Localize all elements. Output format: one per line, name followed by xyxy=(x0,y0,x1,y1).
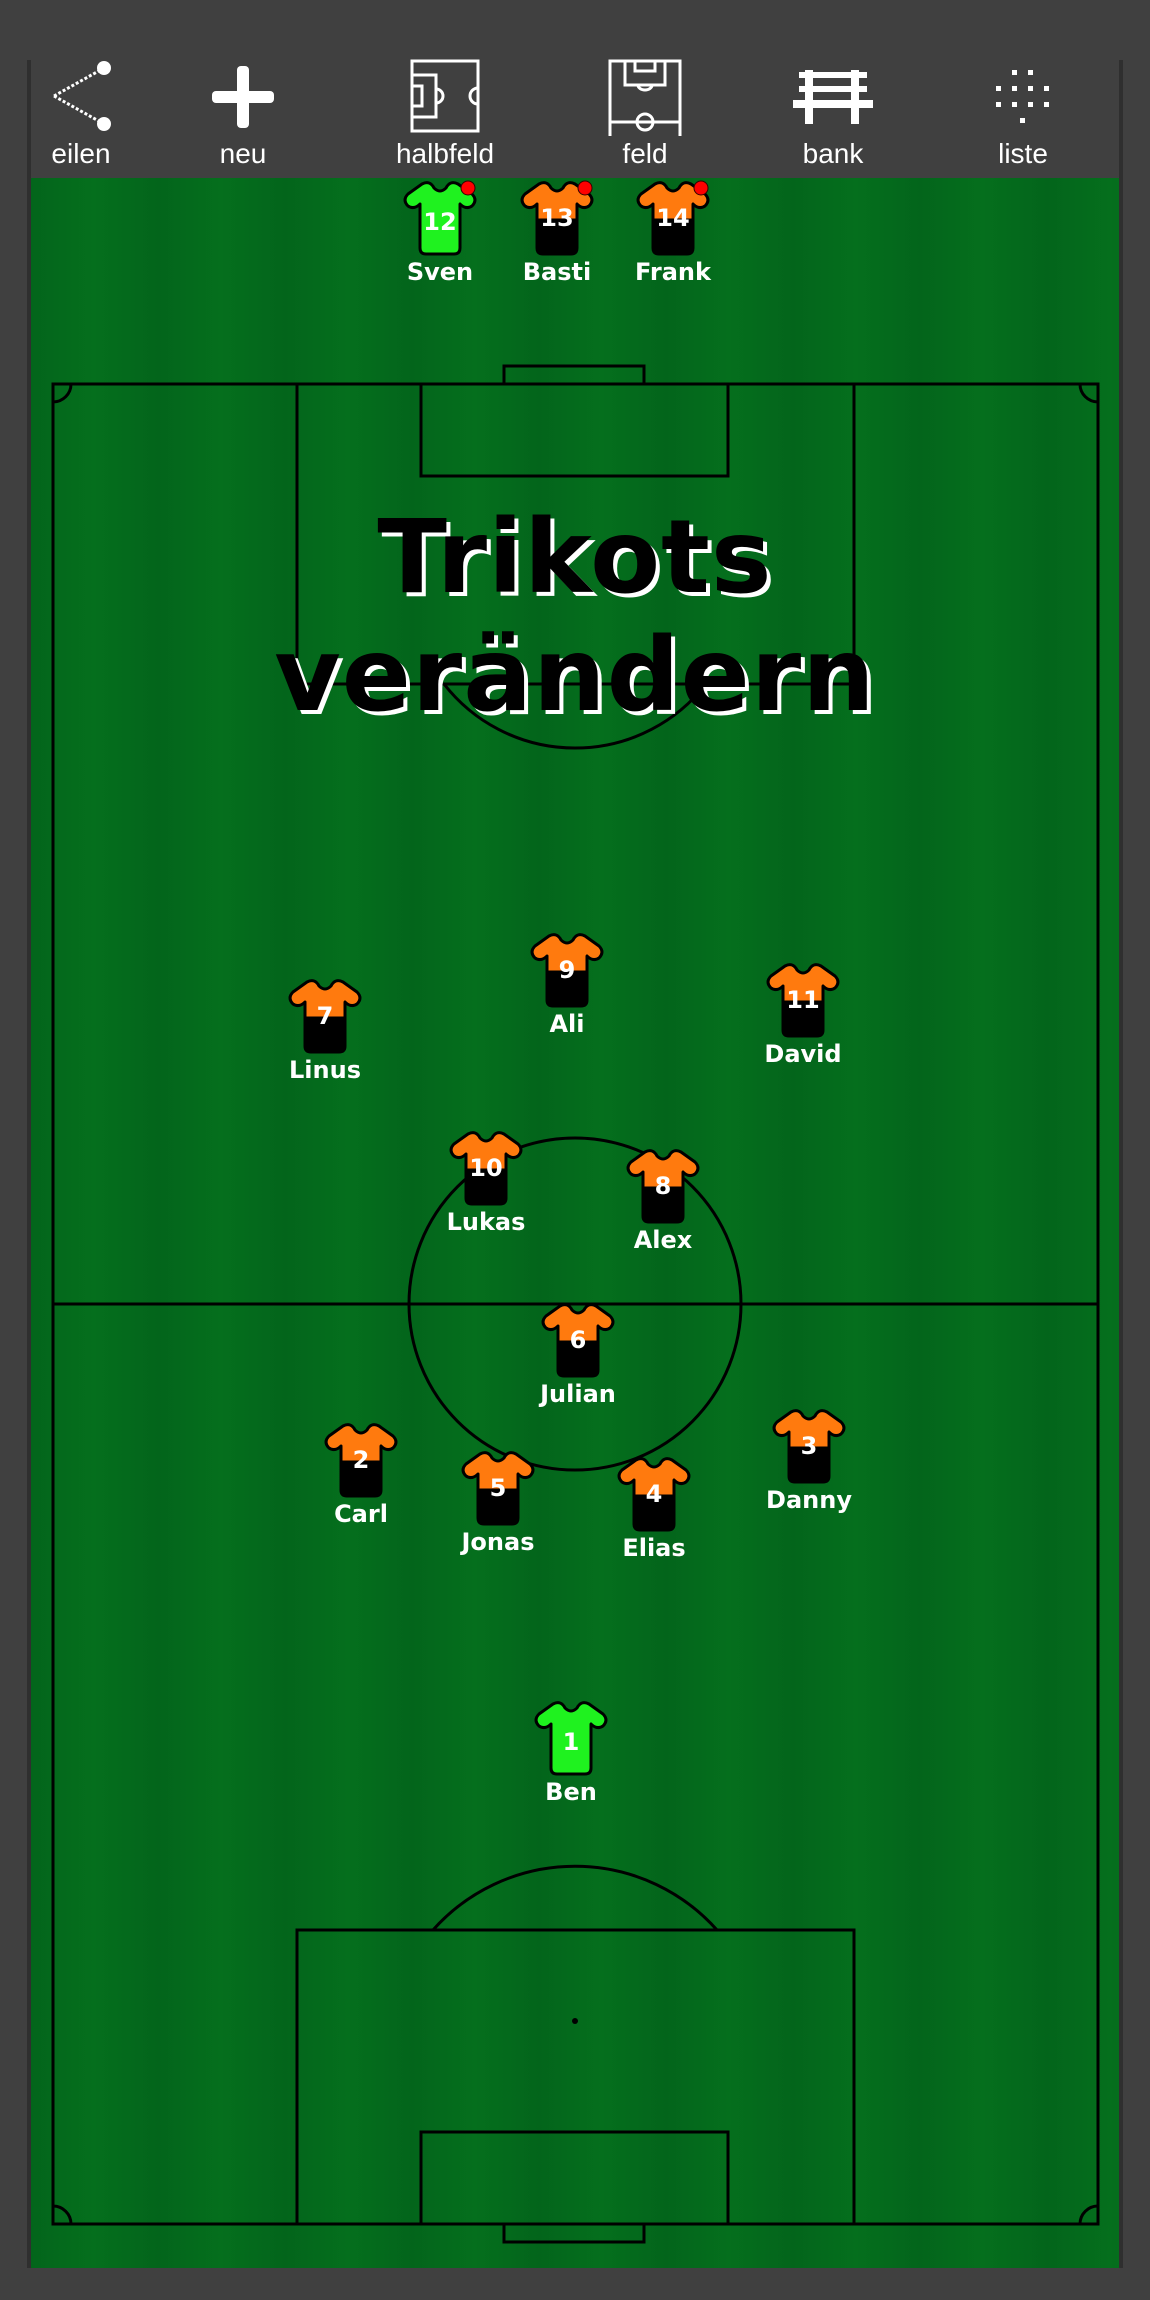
player-number: 10 xyxy=(469,1154,503,1182)
player-number: 7 xyxy=(316,1002,334,1030)
player-name: Ben xyxy=(545,1778,597,1806)
bench-player[interactable]: 13 Basti xyxy=(497,178,617,286)
field-player[interactable]: 5 Jonas xyxy=(438,1448,558,1556)
bench-button[interactable]: bank xyxy=(753,40,913,178)
field-player[interactable]: 11 David xyxy=(743,960,863,1068)
half-field-icon xyxy=(410,59,480,133)
player-name: Julian xyxy=(540,1380,616,1408)
field-player[interactable]: 9 Ali xyxy=(507,930,627,1038)
list-button[interactable]: liste xyxy=(943,40,1103,178)
new-label: neu xyxy=(219,138,267,169)
field-player[interactable]: 4 Elias xyxy=(594,1454,714,1562)
bench-icon xyxy=(793,70,873,124)
bench-label: bank xyxy=(802,138,864,169)
player-number: 3 xyxy=(800,1432,818,1460)
overlay-title-line1: Trikots xyxy=(377,498,773,617)
full-field-button[interactable]: feld xyxy=(565,40,725,178)
dots-grid-icon xyxy=(996,70,1049,123)
share-label: eilen xyxy=(51,138,111,169)
player-number: 2 xyxy=(352,1446,370,1474)
player-name: Elias xyxy=(622,1534,686,1562)
player-name: Basti xyxy=(522,258,592,286)
plus-icon xyxy=(212,66,274,128)
player-name: Ali xyxy=(549,1010,585,1038)
player-name: Frank xyxy=(635,258,711,286)
player-name: Carl xyxy=(334,1500,388,1528)
player-number: 14 xyxy=(656,204,690,232)
player-number: 8 xyxy=(654,1172,672,1200)
player-number: 11 xyxy=(786,986,820,1014)
pitch[interactable]: Trikots verändern 12 Sven 13 Basti 14 Frank… xyxy=(31,178,1119,2268)
toolbar: eilen neu halbfeld feld bank liste xyxy=(31,40,1119,178)
player-number: 6 xyxy=(569,1326,587,1354)
half-field-label: halbfeld xyxy=(395,138,495,169)
new-button[interactable]: neu xyxy=(163,40,323,178)
field-player[interactable]: 3 Danny xyxy=(749,1406,869,1514)
player-name: Jonas xyxy=(461,1528,535,1556)
bench-player[interactable]: 14 Frank xyxy=(613,178,733,286)
player-number: 9 xyxy=(558,956,576,984)
field-player[interactable]: 10 Lukas xyxy=(426,1128,546,1236)
player-name: Linus xyxy=(289,1056,361,1084)
player-name: David xyxy=(764,1040,842,1068)
share-button[interactable]: eilen xyxy=(1,40,161,178)
field-player[interactable]: 8 Alex xyxy=(603,1146,723,1254)
player-name: Lukas xyxy=(446,1208,526,1236)
bench-marker-icon xyxy=(693,180,709,196)
share-icon xyxy=(53,61,111,131)
player-name: Danny xyxy=(766,1486,852,1514)
half-field-button[interactable]: halbfeld xyxy=(365,40,525,178)
bench-marker-icon xyxy=(577,180,593,196)
bench-marker-icon xyxy=(460,180,476,196)
field-player[interactable]: 7 Linus xyxy=(265,976,385,1084)
field-player[interactable]: 6 Julian xyxy=(518,1300,638,1408)
player-number: 5 xyxy=(489,1474,507,1502)
player-number: 13 xyxy=(540,204,574,232)
player-name: Sven xyxy=(406,258,474,286)
right-frame-edge xyxy=(1119,60,1123,2268)
player-number: 1 xyxy=(562,1728,580,1756)
pitch-markings xyxy=(51,364,1100,2244)
overlay-title-line2: verändern xyxy=(274,616,876,735)
player-name: Alex xyxy=(633,1226,693,1254)
full-field-label: feld xyxy=(622,138,668,169)
field-player[interactable]: 2 Carl xyxy=(301,1420,421,1528)
list-label: liste xyxy=(998,138,1048,169)
full-field-icon xyxy=(608,59,682,136)
player-number: 4 xyxy=(645,1480,663,1508)
bench-player[interactable]: 12 Sven xyxy=(380,178,500,286)
field-player[interactable]: 1 Ben xyxy=(511,1698,631,1806)
player-number: 12 xyxy=(423,208,457,236)
